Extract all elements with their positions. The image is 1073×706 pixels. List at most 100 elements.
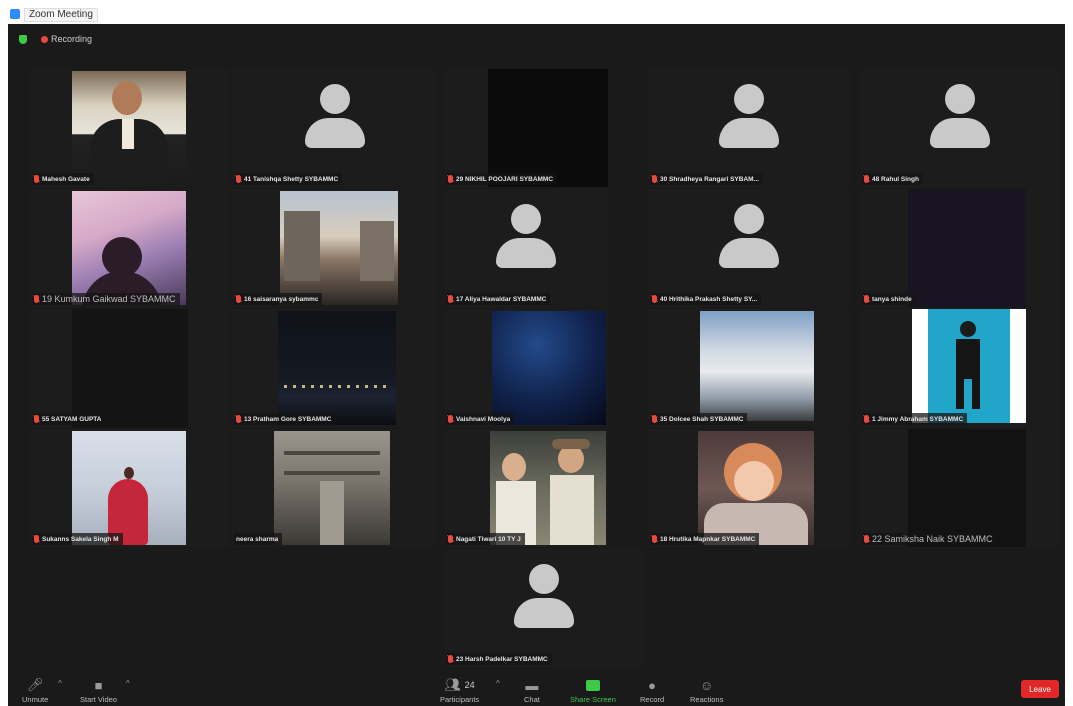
video-photo (72, 431, 186, 545)
meeting-stage: Recording Mahesh Gavate 41 Tanishqa Shet… (8, 24, 1065, 706)
video-photo (72, 71, 186, 185)
mic-muted-icon (864, 175, 869, 183)
avatar-placeholder (719, 84, 779, 149)
video-dark (908, 429, 1026, 547)
window-titlebar: Zoom Meeting (0, 0, 1073, 24)
security-shield-icon[interactable] (19, 35, 27, 44)
participant-tile[interactable]: Vaishnavi Moolya (444, 309, 608, 427)
mic-muted-icon (448, 415, 453, 423)
video-photo (698, 431, 814, 545)
video-options-chevron-icon[interactable]: ^ (126, 679, 130, 688)
mic-muted-icon (448, 535, 453, 543)
participant-tile[interactable]: 23 Harsh Padelkar SYBAMMC (444, 549, 644, 667)
video-photo (490, 431, 606, 545)
participant-tile[interactable]: 1 Jimmy Abraham SYBAMMC (860, 309, 1060, 427)
avatar-placeholder (304, 84, 365, 149)
participant-tile[interactable]: 22 Samiksha Naik SYBAMMC (860, 429, 1060, 547)
mic-muted-icon (236, 415, 241, 423)
mic-muted-icon (236, 295, 241, 303)
participant-nametag: 55 SATYAM GUPTA (32, 413, 106, 425)
participant-nametag: Sukanns Sakela Singh M (32, 533, 123, 545)
participant-tile[interactable]: 19 Kumkum Gaikwad SYBAMMC (30, 189, 230, 307)
mic-muted-icon (864, 535, 869, 543)
video-off-icon: ■ (94, 677, 103, 693)
mic-muted-icon (34, 415, 39, 423)
participant-tile[interactable]: 35 Dolcee Shah SYBAMMC (648, 309, 850, 427)
zoom-app-icon (10, 9, 20, 19)
video-photo (278, 311, 396, 425)
video-photo (280, 191, 398, 305)
participant-tile[interactable]: 16 saisaranya sybammc (232, 189, 437, 307)
mic-muted-icon (652, 535, 657, 543)
video-dark (72, 309, 188, 427)
recording-dot-icon (41, 36, 48, 43)
chat-icon: ▬ (525, 677, 539, 693)
mic-muted-icon (652, 415, 657, 423)
mic-muted-toolbar-icon: 🎤︎ (26, 677, 44, 692)
participant-nametag: 23 Harsh Padelkar SYBAMMC (446, 653, 552, 665)
participant-nametag: 22 Samiksha Naik SYBAMMC (862, 533, 997, 545)
participant-nametag: 35 Dolcee Shah SYBAMMC (650, 413, 748, 425)
mic-muted-icon (864, 295, 869, 303)
participants-icon: 👥︎ (444, 677, 462, 692)
share-screen-icon (585, 677, 600, 693)
recording-label: Recording (51, 34, 93, 44)
participant-nametag: Mahesh Gavate (32, 173, 94, 185)
reactions-button[interactable]: ☺ Reactions (690, 677, 723, 705)
meeting-toolbar: 🎤︎ Unmute ^ ■ Start Video ^ 👥︎ 24 Partic… (8, 672, 1065, 706)
video-black (488, 69, 608, 187)
mic-muted-icon (34, 175, 39, 183)
participant-nametag: neera sharma (234, 533, 283, 545)
mic-muted-icon (864, 415, 869, 423)
participant-nametag: 17 Aliya Hawaldar SYBAMMC (446, 293, 551, 305)
participant-tile[interactable]: 40 Hrithika Prakash Shetty SY... (648, 189, 850, 307)
participant-nametag: 16 saisaranya sybammc (234, 293, 323, 305)
avatar-placeholder (719, 204, 779, 269)
participant-nametag: tanya shinde (862, 293, 916, 305)
participant-tile[interactable]: Mahesh Gavate (30, 69, 230, 187)
mic-muted-icon (652, 175, 657, 183)
video-photo (492, 311, 606, 425)
participants-count: 24 (464, 680, 475, 690)
participant-tile[interactable]: 17 Aliya Hawaldar SYBAMMC (444, 189, 608, 307)
audio-options-chevron-icon[interactable]: ^ (58, 679, 62, 688)
record-button[interactable]: ● Record (640, 677, 664, 705)
participant-tile[interactable]: tanya shinde (860, 189, 1060, 307)
participant-tile[interactable]: 29 NIKHIL POOJARI SYBAMMC (444, 69, 608, 187)
unmute-button[interactable]: 🎤︎ Unmute (22, 677, 48, 704)
mic-muted-icon (236, 175, 241, 183)
participant-tile[interactable]: Nagati Tiwari 10 TY J (444, 429, 608, 547)
participant-nametag: 30 Shradheya Rangari SYBAM... (650, 173, 763, 185)
participant-nametag: 48 Rahul Singh (862, 173, 923, 185)
video-photo (72, 191, 186, 305)
participant-nametag: 29 NIKHIL POOJARI SYBAMMC (446, 173, 558, 185)
share-screen-button[interactable]: Share Screen (570, 677, 616, 704)
participant-tile[interactable]: 41 Tanishqa Shetty SYBAMMC (232, 69, 437, 187)
participant-tile[interactable]: 30 Shradheya Rangari SYBAM... (648, 69, 850, 187)
mic-muted-icon (34, 535, 39, 543)
video-dark (908, 189, 1026, 307)
reactions-icon: ☺ (700, 677, 714, 693)
record-icon: ● (648, 677, 657, 693)
participant-tile[interactable]: 48 Rahul Singh (860, 69, 1060, 187)
participant-nametag: 18 Hrutika Mapnkar SYBAMMC (650, 533, 760, 545)
leave-button[interactable]: Leave (1021, 680, 1059, 698)
participant-nametag: 19 Kumkum Gaikwad SYBAMMC (32, 293, 180, 305)
video-photo (912, 309, 1026, 423)
participant-nametag: 41 Tanishqa Shetty SYBAMMC (234, 173, 343, 185)
mic-muted-icon (448, 655, 453, 663)
start-video-button[interactable]: ■ Start Video (80, 677, 117, 705)
avatar-placeholder (930, 84, 990, 149)
participants-button[interactable]: 👥︎ 24 Participants (440, 677, 479, 704)
participants-chevron-icon[interactable]: ^ (496, 679, 500, 688)
avatar-placeholder (496, 204, 556, 269)
participant-nametag: 13 Pratham Gore SYBAMMC (234, 413, 336, 425)
participant-tile[interactable]: neera sharma (232, 429, 437, 547)
participant-tile[interactable]: Sukanns Sakela Singh M (30, 429, 230, 547)
chat-button[interactable]: ▬ Chat (524, 677, 540, 705)
participant-tile[interactable]: 55 SATYAM GUPTA (30, 309, 230, 427)
participant-tile[interactable]: 13 Pratham Gore SYBAMMC (232, 309, 437, 427)
video-photo (274, 431, 390, 545)
participant-tile[interactable]: 18 Hrutika Mapnkar SYBAMMC (648, 429, 850, 547)
participant-nametag: Vaishnavi Moolya (446, 413, 515, 425)
